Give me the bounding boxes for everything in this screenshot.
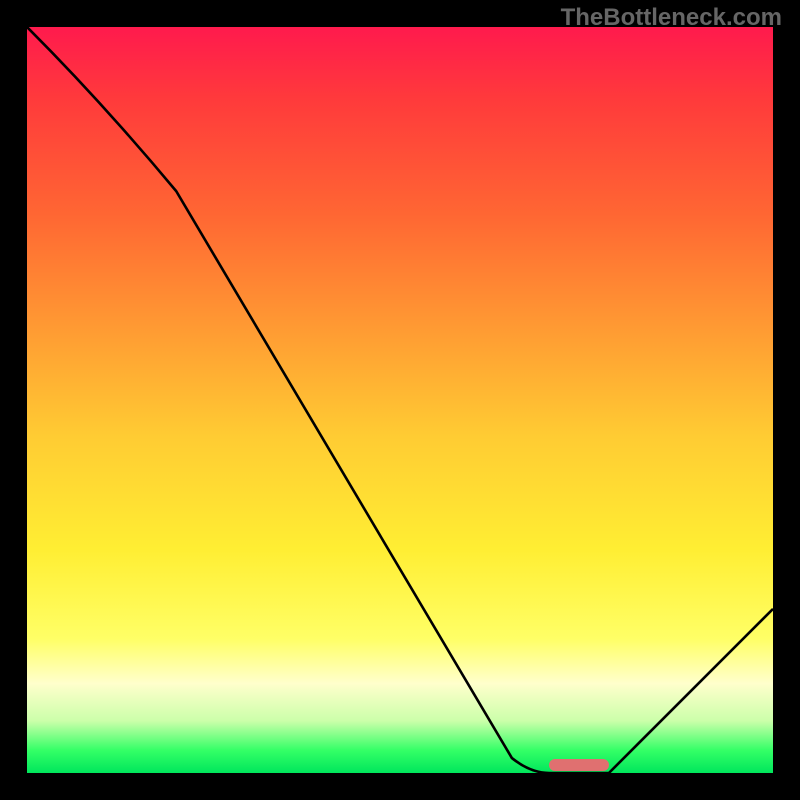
chart-marker: [549, 759, 609, 771]
watermark-text: TheBottleneck.com: [561, 4, 782, 32]
chart-gradient-area: [27, 27, 773, 773]
